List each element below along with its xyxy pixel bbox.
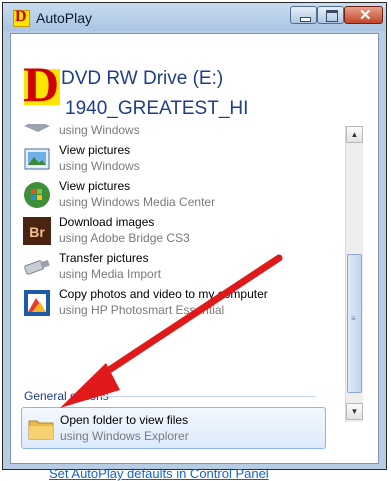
- photo-viewer-icon: [24, 148, 50, 170]
- list-item-transfer-pictures[interactable]: Transfer pictures using Media Import: [18, 250, 328, 286]
- program-label: using Media Import: [59, 267, 162, 281]
- close-icon: ✕: [359, 7, 372, 24]
- list-item-open-folder[interactable]: Open folder to view files using Windows …: [21, 407, 326, 449]
- group-divider: [100, 396, 316, 397]
- program-label: using Adobe Bridge CS3: [59, 231, 190, 245]
- partial-icon: [24, 124, 50, 132]
- content-pane: D DVD RW Drive (E:) 1940_GREATEST_HI usi…: [10, 33, 379, 481]
- program-label: using Windows Media Center: [59, 195, 216, 209]
- photosmart-icon: [24, 290, 50, 316]
- list-item-view-pictures-media-center[interactable]: View pictures using Windows Media Center: [18, 178, 328, 214]
- scroll-thumb[interactable]: ≡: [347, 254, 362, 393]
- title-bar[interactable]: D AutoPlay ✕: [3, 3, 386, 31]
- scroll-up-icon: ▲: [350, 130, 359, 139]
- program-label: using Windows Explorer: [60, 429, 189, 443]
- folder-icon: [28, 420, 54, 440]
- grip-icon: ≡: [351, 314, 356, 323]
- adobe-bridge-icon: Br: [23, 217, 51, 245]
- autoplay-window: D AutoPlay ✕ D DVD RW Drive (E:) 1940_GR…: [2, 2, 387, 481]
- media-name: 1940_GREATEST_HI: [65, 98, 249, 119]
- svg-text:Br: Br: [29, 224, 45, 240]
- list-item-partial[interactable]: using Windows: [18, 124, 328, 142]
- minimize-button[interactable]: [290, 6, 317, 24]
- scroll-down-icon: ▼: [350, 407, 359, 416]
- scroll-down-button[interactable]: ▼: [346, 403, 363, 420]
- vertical-scrollbar[interactable]: ▲ ≡ ▼: [345, 126, 363, 422]
- action-label: Open folder to view files: [60, 413, 189, 427]
- options-list: using Windows View pictures using Window…: [18, 124, 336, 454]
- program-label: using Windows: [59, 159, 140, 173]
- action-label: View pictures: [59, 179, 131, 193]
- list-item-download-images[interactable]: Br Download images using Adobe Bridge CS…: [18, 214, 328, 250]
- close-button[interactable]: ✕: [344, 6, 383, 24]
- media-center-icon: [24, 182, 50, 208]
- list-item-copy-photos[interactable]: Copy photos and video to my computer usi…: [18, 286, 328, 322]
- dvd-drive-icon: D: [23, 56, 60, 112]
- general-options-header: General options: [24, 389, 109, 403]
- maximize-icon: [326, 10, 338, 22]
- program-label: using HP Photosmart Essential: [59, 303, 225, 317]
- action-label: View pictures: [59, 143, 131, 157]
- action-label: Transfer pictures: [59, 251, 149, 265]
- scroll-up-button[interactable]: ▲: [346, 126, 363, 143]
- drive-name: DVD RW Drive (E:): [61, 68, 224, 89]
- usb-camera-icon: [24, 259, 50, 275]
- minimize-icon: [300, 17, 311, 22]
- action-label: Download images: [59, 215, 155, 229]
- maximize-button[interactable]: [317, 6, 344, 24]
- list-item-view-pictures-windows[interactable]: View pictures using Windows: [18, 142, 328, 178]
- autoplay-logo-icon: D: [13, 8, 30, 27]
- action-label: Copy photos and video to my computer: [59, 287, 268, 301]
- window-title: AutoPlay: [36, 10, 93, 26]
